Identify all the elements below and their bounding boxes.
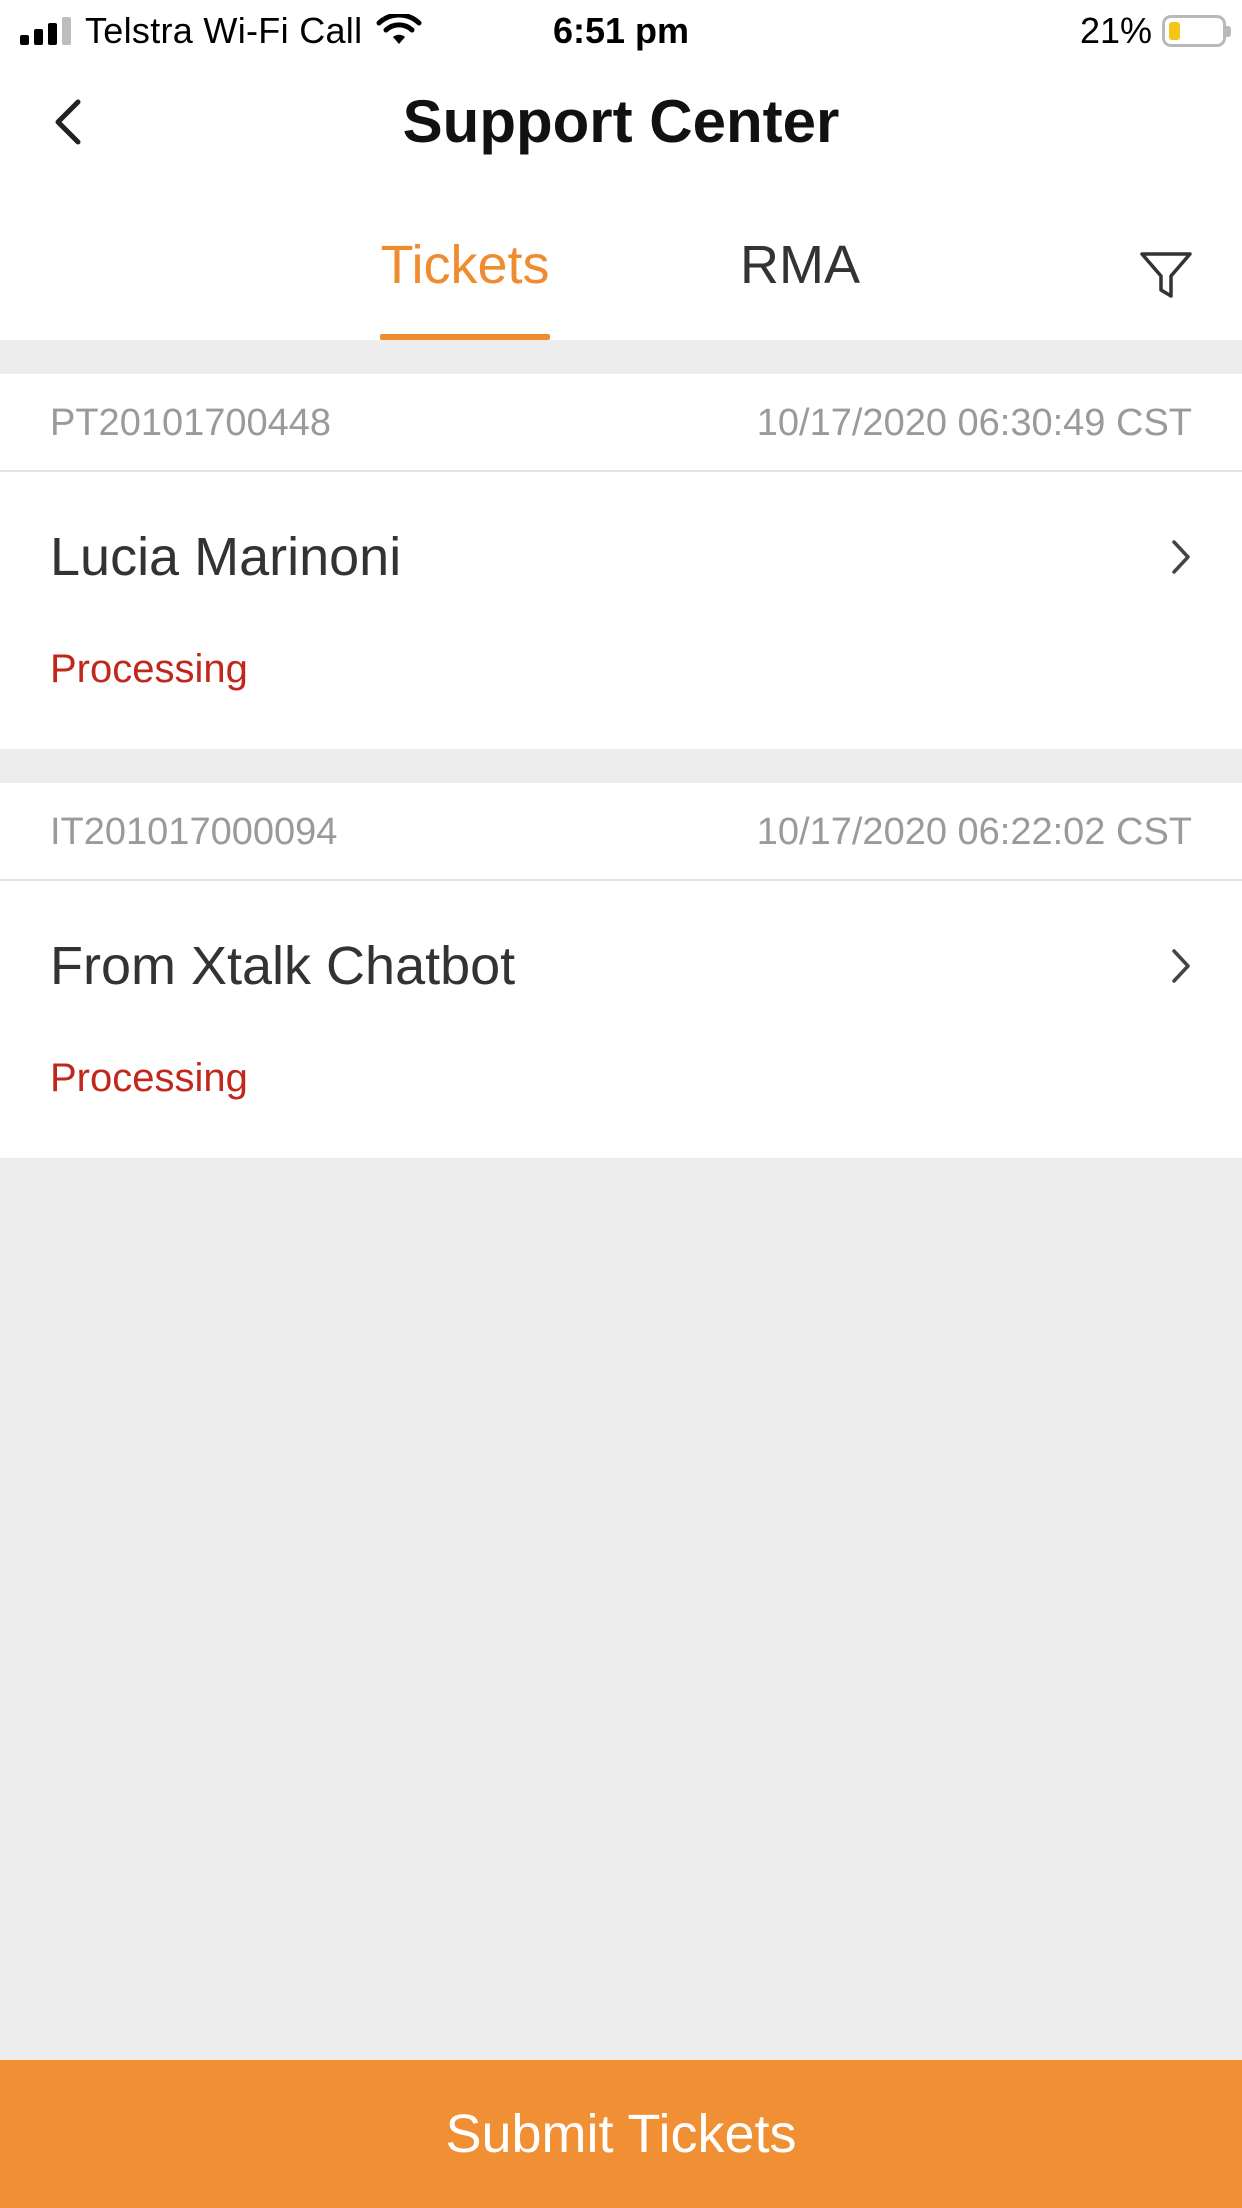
filter-icon[interactable] (1138, 246, 1194, 302)
status-badge: Processing (50, 647, 248, 691)
ticket-card[interactable]: PT20101700448 10/17/2020 06:30:49 CST Lu… (0, 374, 1242, 749)
ticket-title[interactable]: From Xtalk Chatbot (50, 933, 515, 999)
status-time: 6:51 pm (552, 10, 690, 51)
ticket-card[interactable]: IT201017000094 10/17/2020 06:22:02 CST F… (0, 783, 1242, 1158)
status-bar: Telstra Wi-Fi Call 6:51 pm 21% (0, 0, 1242, 62)
battery-percent: 21% (1079, 10, 1152, 51)
ticket-timestamp: 10/17/2020 06:22:02 CST (756, 811, 1192, 853)
ticket-id: PT20101700448 (50, 402, 332, 444)
status-badge: Processing (50, 1056, 248, 1100)
ticket-id: IT201017000094 (50, 811, 338, 853)
tab-bar: Tickets RMA (0, 182, 1242, 340)
battery-level (1169, 22, 1180, 40)
nav-bar: Support Center (0, 62, 1242, 182)
page-title: Support Center (402, 88, 840, 155)
chevron-right-icon[interactable] (1166, 943, 1196, 989)
chevron-right-icon[interactable] (1166, 534, 1196, 580)
submit-tickets-button[interactable]: Submit Tickets (0, 2060, 1242, 2208)
status-right: 21% (1079, 8, 1231, 54)
active-tab-indicator (380, 334, 550, 340)
tab-rma[interactable]: RMA (735, 230, 865, 300)
ticket-timestamp: 10/17/2020 06:30:49 CST (756, 402, 1192, 444)
battery-icon (1162, 15, 1231, 47)
tab-tickets[interactable]: Tickets (380, 230, 550, 300)
ticket-header: PT20101700448 10/17/2020 06:30:49 CST (0, 374, 1242, 472)
ticket-title[interactable]: Lucia Marinoni (50, 524, 401, 590)
ticket-header: IT201017000094 10/17/2020 06:22:02 CST (0, 783, 1242, 881)
